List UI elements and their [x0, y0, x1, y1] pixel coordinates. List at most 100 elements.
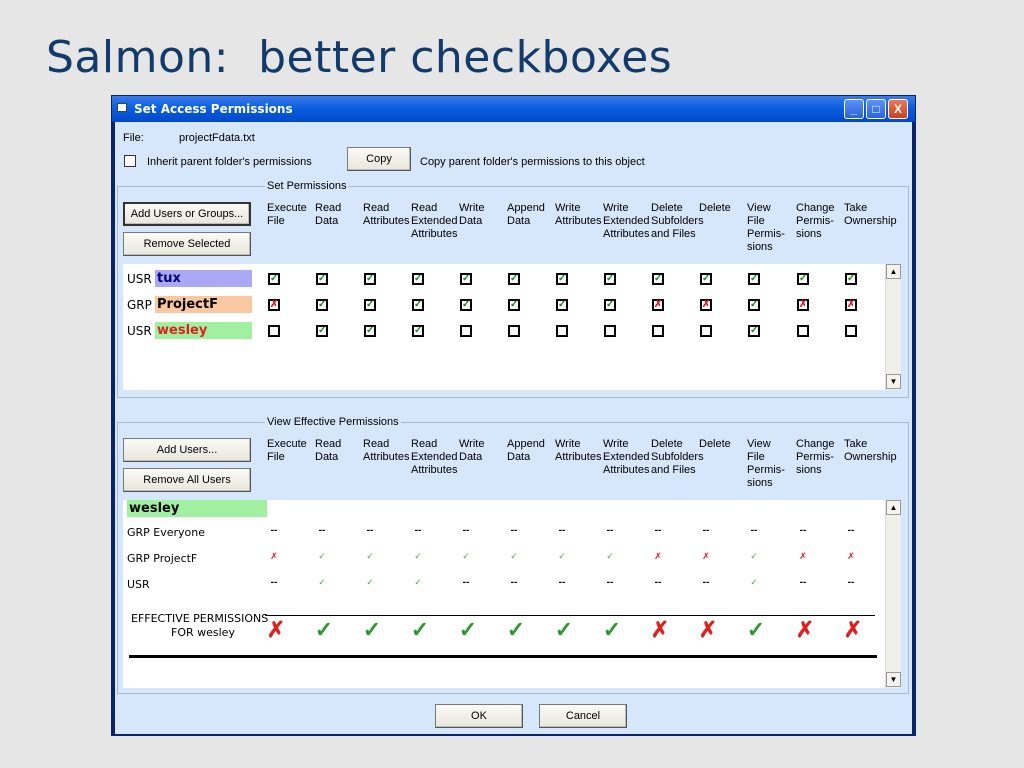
dialog-client: File: projectFdata.txt Inherit parent fo…	[115, 122, 912, 734]
denied-indicator: ✗	[799, 551, 807, 561]
principal-type: GRP	[127, 298, 152, 312]
denied-indicator: ✗	[654, 551, 662, 561]
scroll-down-arrow-icon[interactable]: ▼	[886, 374, 901, 389]
deny-checkbox[interactable]: ✗	[652, 299, 664, 311]
effective-row-label: GRP ProjectF	[127, 552, 198, 565]
column-header: Read Extended Attributes	[411, 438, 458, 476]
unset-indicator: --	[510, 525, 518, 536]
allow-checkbox[interactable]: ✓	[364, 325, 376, 337]
column-header: Change Permis- sions	[796, 202, 835, 240]
scroll-up-arrow-icon[interactable]: ▲	[886, 500, 901, 515]
column-header: Read Attributes	[363, 202, 410, 227]
empty-checkbox[interactable]	[508, 325, 520, 337]
allow-checkbox[interactable]: ✓	[845, 273, 857, 285]
empty-checkbox[interactable]	[700, 325, 712, 337]
principal-name: wesley	[155, 322, 252, 339]
effective-permissions-scrollbar[interactable]: ▲ ▼	[885, 500, 901, 688]
allow-checkbox[interactable]: ✓	[460, 273, 472, 285]
allow-checkbox[interactable]: ✓	[556, 299, 568, 311]
principal-type: USR	[127, 324, 152, 338]
allow-checkbox[interactable]: ✓	[316, 325, 328, 337]
allowed-indicator: ✓	[558, 551, 566, 561]
unset-indicator: --	[799, 525, 807, 536]
minimize-button[interactable]: _	[844, 99, 864, 119]
unset-indicator: --	[462, 525, 470, 536]
allow-checkbox[interactable]: ✓	[316, 299, 328, 311]
allow-checkbox[interactable]: ✓	[460, 299, 472, 311]
allow-checkbox[interactable]: ✓	[604, 299, 616, 311]
close-button[interactable]: X	[888, 99, 908, 119]
inherit-checkbox[interactable]	[124, 155, 136, 167]
empty-checkbox[interactable]	[556, 325, 568, 337]
allow-checkbox[interactable]: ✓	[412, 325, 424, 337]
empty-checkbox[interactable]	[845, 325, 857, 337]
allow-checkbox[interactable]: ✓	[412, 273, 424, 285]
remove-selected-button[interactable]: Remove Selected	[123, 232, 251, 256]
effective-permissions-legend: View Effective Permissions	[265, 416, 401, 428]
window-icon	[117, 103, 127, 112]
empty-checkbox[interactable]	[652, 325, 664, 337]
empty-checkbox[interactable]	[268, 325, 280, 337]
allow-checkbox[interactable]: ✓	[508, 273, 520, 285]
allow-checkbox[interactable]: ✓	[604, 273, 616, 285]
scroll-up-arrow-icon[interactable]: ▲	[886, 264, 901, 279]
allow-checkbox[interactable]: ✓	[652, 273, 664, 285]
allow-checkbox[interactable]: ✓	[316, 273, 328, 285]
allowed-indicator: ✓	[366, 577, 374, 587]
allow-checkbox[interactable]: ✓	[797, 273, 809, 285]
effective-allow-icon: ✓	[410, 617, 430, 642]
denied-indicator: ✗	[270, 551, 278, 561]
deny-checkbox[interactable]: ✗	[845, 299, 857, 311]
unset-indicator: --	[799, 577, 807, 588]
allow-checkbox[interactable]: ✓	[268, 273, 280, 285]
allow-checkbox[interactable]: ✓	[364, 273, 376, 285]
ok-button[interactable]: OK	[435, 704, 523, 728]
add-users-or-groups-button[interactable]: Add Users or Groups...	[123, 202, 251, 226]
maximize-button[interactable]: □	[866, 99, 886, 119]
column-header: Delete	[699, 438, 731, 450]
remove-all-users-button[interactable]: Remove All Users	[123, 468, 251, 492]
unset-indicator: --	[702, 577, 710, 588]
empty-checkbox[interactable]	[604, 325, 616, 337]
column-header: Read Data	[315, 438, 342, 463]
column-header: Delete	[699, 202, 731, 214]
allowed-indicator: ✓	[462, 551, 470, 561]
allow-checkbox[interactable]: ✓	[700, 273, 712, 285]
copy-description: Copy parent folder's permissions to this…	[420, 156, 645, 168]
allowed-indicator: ✓	[414, 551, 422, 561]
effective-permissions-label: EFFECTIVE PERMISSIONS	[131, 612, 269, 625]
scroll-down-arrow-icon[interactable]: ▼	[886, 672, 901, 687]
principal-name: tux	[155, 270, 252, 287]
effective-allow-icon: ✓	[746, 617, 766, 642]
set-permissions-scrollbar[interactable]: ▲ ▼	[885, 264, 901, 390]
allow-checkbox[interactable]: ✓	[364, 299, 376, 311]
unset-indicator: --	[270, 577, 278, 588]
allow-checkbox[interactable]: ✓	[748, 273, 760, 285]
allow-checkbox[interactable]: ✓	[508, 299, 520, 311]
deny-checkbox[interactable]: ✗	[268, 299, 280, 311]
slide-title: Salmon: better checkboxes	[46, 32, 673, 83]
effective-row-label: USR	[127, 578, 150, 591]
effective-user-name: wesley	[127, 500, 267, 517]
empty-checkbox[interactable]	[460, 325, 472, 337]
copy-button[interactable]: Copy	[347, 147, 411, 171]
allowed-indicator: ✓	[606, 551, 614, 561]
file-name: projectFdata.txt	[179, 132, 255, 144]
allow-checkbox[interactable]: ✓	[748, 299, 760, 311]
allowed-indicator: ✓	[750, 577, 758, 587]
deny-checkbox[interactable]: ✗	[797, 299, 809, 311]
allow-checkbox[interactable]: ✓	[412, 299, 424, 311]
allow-checkbox[interactable]: ✓	[556, 273, 568, 285]
empty-checkbox[interactable]	[797, 325, 809, 337]
principal-type: USR	[127, 272, 152, 286]
allow-checkbox[interactable]: ✓	[748, 325, 760, 337]
cancel-button[interactable]: Cancel	[539, 704, 627, 728]
add-users-button[interactable]: Add Users...	[123, 438, 251, 462]
deny-checkbox[interactable]: ✗	[700, 299, 712, 311]
effective-deny-icon: ✗	[795, 617, 815, 642]
title-bar[interactable]: Set Access Permissions _ □ X	[112, 96, 915, 122]
effective-deny-icon: ✗	[266, 617, 286, 642]
column-header: Execute File	[267, 202, 307, 227]
column-header: Delete Subfolders and Files	[651, 438, 704, 476]
column-header: Append Data	[507, 438, 545, 463]
